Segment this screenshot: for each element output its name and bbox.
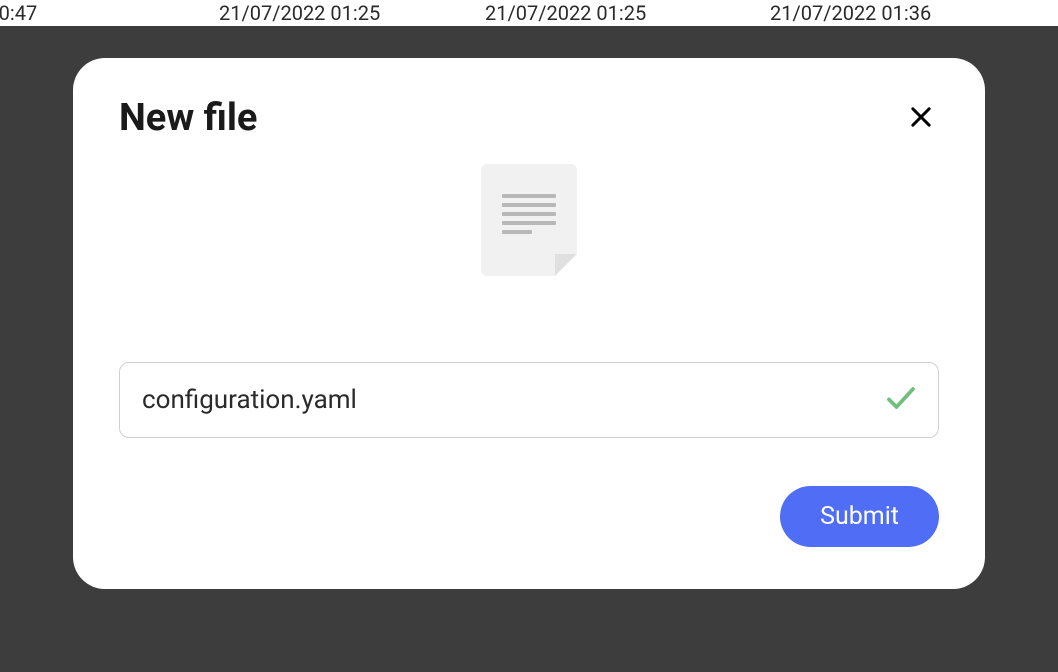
submit-button[interactable]: Submit [780,486,939,547]
document-icon [481,164,577,276]
modal-footer: Submit [119,486,939,547]
background-dates-row: 02 10:47 21/07/2022 01:25 21/07/2022 01:… [0,0,1058,28]
bg-date: 02 10:47 [0,1,37,25]
modal-overlay[interactable]: New file [0,26,1058,672]
bg-date: 21/07/2022 01:25 [485,1,646,25]
bg-date: 21/07/2022 01:25 [219,1,380,25]
file-icon-wrapper [119,164,939,276]
filename-input[interactable] [119,362,939,438]
close-button[interactable] [903,99,939,138]
modal-header: New file [119,96,939,140]
filename-input-wrapper [119,362,939,438]
new-file-modal: New file [73,58,985,589]
close-icon [907,103,935,134]
bg-date: 21/07/2022 01:36 [770,1,931,25]
modal-title: New file [119,96,257,140]
